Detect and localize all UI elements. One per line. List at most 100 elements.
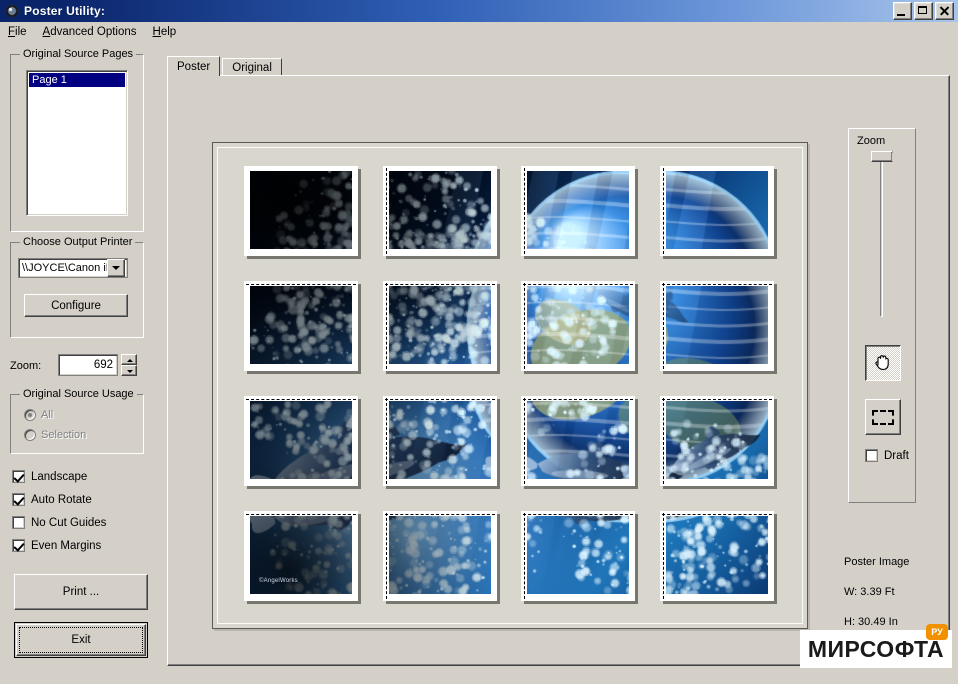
radio-all-label: All (41, 409, 54, 421)
output-printer-group (10, 242, 144, 338)
poster-tile-image-slice (388, 401, 491, 479)
printer-selected-value: \\JOYCE\Canon iF (22, 262, 107, 274)
cut-guide-left (385, 398, 387, 484)
poster-tile[interactable]: ©AngelWorks (244, 511, 374, 616)
hand-tool-button[interactable] (865, 345, 901, 381)
poster-tile-image-slice (250, 286, 352, 364)
exit-button[interactable]: Exit (14, 622, 148, 658)
poster-tile-image (665, 516, 768, 594)
tab-original[interactable]: Original (222, 58, 282, 76)
checkbox-landscape[interactable]: Landscape (12, 470, 87, 483)
marquee-icon (872, 409, 894, 425)
zoom-stepper-up[interactable] (121, 354, 137, 365)
poster-tile[interactable] (659, 511, 790, 616)
tab-poster[interactable]: Poster (167, 56, 221, 76)
poster-tile-image-slice (527, 401, 629, 479)
cut-guide-top (384, 284, 495, 285)
poster-tile-image-slice (388, 286, 491, 364)
poster-tile-image-slice (250, 401, 352, 479)
cut-guide-left (662, 513, 664, 599)
printer-combobox[interactable]: \\JOYCE\Canon iF (18, 258, 128, 278)
zoom-slider-track[interactable] (880, 157, 883, 317)
poster-tile-image-slice (527, 171, 629, 249)
zoom-panel-label: Zoom (857, 135, 886, 147)
poster-tile[interactable] (521, 511, 651, 616)
chevron-down-icon[interactable] (107, 259, 125, 277)
checkbox-draft[interactable]: Draft (865, 449, 909, 462)
poster-tile[interactable] (521, 396, 651, 501)
menu-help[interactable]: Help (145, 24, 185, 40)
print-button[interactable]: Print ... (14, 574, 148, 610)
checkbox-even-margins[interactable]: Even Margins (12, 539, 101, 552)
zoom-label: Zoom: (10, 360, 42, 372)
checkbox-no-cut-guides-box (12, 516, 25, 529)
close-button[interactable] (935, 2, 954, 20)
minimize-button[interactable] (893, 2, 912, 20)
cut-guide-left (662, 283, 664, 369)
configure-button[interactable]: Configure (24, 294, 128, 317)
poster-tile-paper (244, 281, 358, 371)
checkbox-auto-rotate-label: Auto Rotate (31, 493, 92, 506)
source-usage-group (10, 394, 144, 454)
poster-tile-image (665, 171, 768, 249)
menu-advanced-options[interactable]: Advanced Options (35, 24, 145, 40)
poster-tile[interactable] (382, 166, 513, 271)
poster-tile[interactable] (521, 281, 651, 386)
cut-guide-left (385, 513, 387, 599)
poster-tile-paper (382, 396, 497, 486)
tab-panel-poster: ©AngelWorks Zoom Draft Poster Image W: 3… (167, 75, 950, 666)
tab-strip: Poster Original (167, 56, 284, 76)
poster-tile[interactable] (382, 396, 513, 501)
checkbox-even-margins-label: Even Margins (31, 539, 102, 552)
poster-tile[interactable] (521, 166, 651, 271)
poster-tile[interactable] (244, 396, 374, 501)
cut-guide-left (524, 398, 525, 484)
maximize-button[interactable] (914, 2, 933, 20)
poster-tile[interactable] (382, 281, 513, 386)
poster-tile-image (388, 401, 491, 479)
menu-file[interactable]: File (0, 24, 35, 40)
list-item-page-1[interactable]: Page 1 (29, 73, 125, 87)
poster-tile-image-slice (250, 171, 352, 249)
window-title: Poster Utility: (24, 4, 106, 18)
radio-all[interactable]: All (24, 409, 53, 421)
watermark-badge: РУ (926, 624, 948, 640)
checkbox-landscape-box (12, 470, 25, 483)
radio-selection-label: Selection (41, 429, 87, 441)
poster-tile-paper (659, 281, 774, 371)
poster-tile-paper (659, 396, 774, 486)
poster-tile-paper (382, 511, 497, 601)
poster-tile-image-slice (527, 286, 629, 364)
zoom-stepper[interactable] (121, 354, 137, 376)
cut-guide-top (246, 399, 356, 400)
zoom-stepper-down[interactable] (121, 365, 137, 376)
cut-guide-top (523, 399, 633, 400)
poster-tile[interactable] (659, 396, 790, 501)
checkbox-draft-box (865, 449, 878, 462)
poster-tile[interactable] (659, 281, 790, 386)
marquee-tool-button[interactable] (865, 399, 901, 435)
poster-preview-canvas[interactable]: ©AngelWorks (217, 147, 803, 624)
poster-tile-paper (382, 166, 497, 256)
poster-tile[interactable] (244, 166, 374, 271)
radio-selection-indicator (24, 429, 36, 441)
zoom-slider-thumb[interactable] (871, 151, 898, 162)
window-controls (893, 2, 958, 20)
poster-tile[interactable] (659, 166, 790, 271)
cut-guide-top (384, 399, 495, 400)
cut-guide-top (523, 514, 633, 515)
poster-tile-image (527, 516, 629, 594)
app-icon (4, 3, 20, 19)
zoom-input[interactable]: 692 (58, 354, 118, 376)
checkbox-auto-rotate[interactable]: Auto Rotate (12, 493, 92, 506)
poster-tile-image-slice (665, 516, 768, 594)
source-pages-listbox[interactable]: Page 1 (26, 70, 128, 216)
checkbox-no-cut-guides[interactable]: No Cut Guides (12, 516, 106, 529)
radio-selection[interactable]: Selection (24, 429, 86, 441)
poster-tile[interactable] (382, 511, 513, 616)
poster-preview-area[interactable]: ©AngelWorks (212, 142, 808, 629)
poster-image-width: W: 3.39 Ft (844, 586, 895, 598)
menu-bar: File Advanced Options Help (0, 22, 958, 41)
poster-tile[interactable] (244, 281, 374, 386)
poster-tile-paper (244, 396, 358, 486)
